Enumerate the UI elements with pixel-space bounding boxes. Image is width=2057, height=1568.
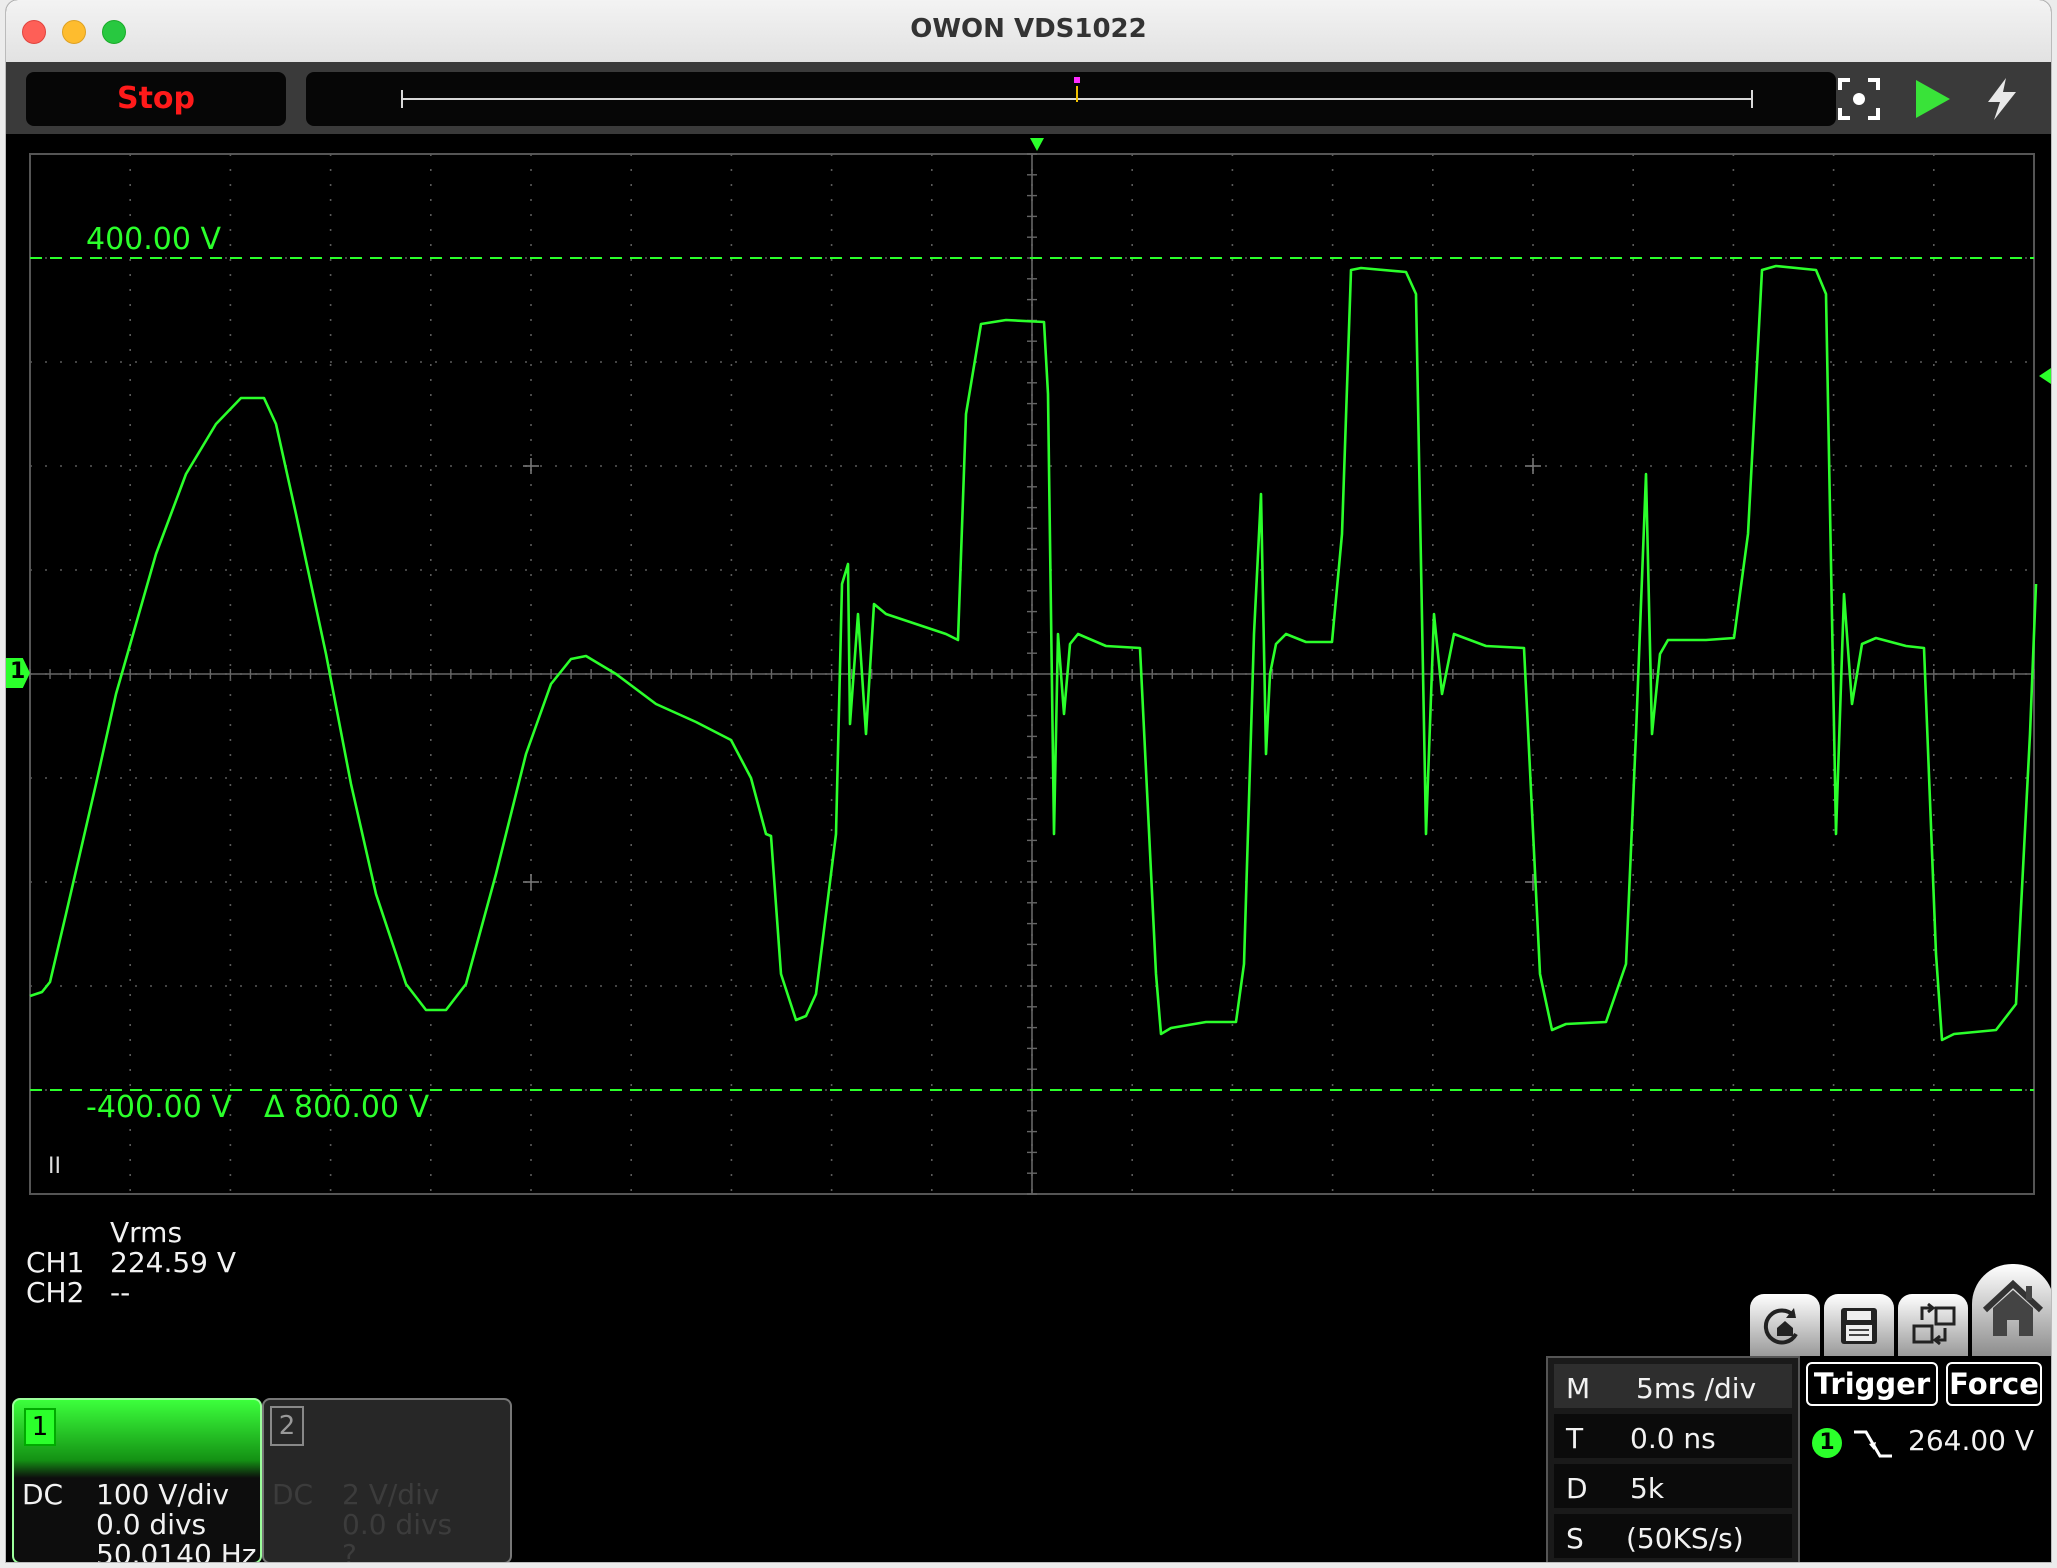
refresh-home-icon: [1763, 1308, 1798, 1345]
pause-indicator: II: [48, 1154, 61, 1179]
trigger-source-badge[interactable]: 1: [1812, 1428, 1842, 1458]
trigger-position-marker[interactable]: [1030, 138, 1044, 151]
timebase-row-offset[interactable]: T 0.0 ns: [1554, 1414, 1792, 1458]
ch2-frequency: ?: [342, 1538, 357, 1562]
app-window: OWON VDS1022 Stop 1 400.00 V -400.00 V Δ…: [6, 0, 2051, 1562]
ch1-scale: 100 V/div: [96, 1478, 230, 1511]
cursor-upper-label: 400.00 V: [86, 222, 222, 257]
scope-area: 1 400.00 V -400.00 V Δ 800.00 V II Vrms …: [6, 134, 2051, 1562]
ch2-scale: 2 V/div: [342, 1478, 440, 1511]
measure-ch2-label: CH2: [26, 1276, 85, 1309]
home-icon: [1982, 1279, 2044, 1336]
reference-button[interactable]: [1750, 1294, 1820, 1356]
timebase-depth: 5k: [1630, 1472, 1665, 1505]
ch2-coupling: DC: [272, 1478, 314, 1511]
timebase-key-m: M: [1566, 1372, 1591, 1405]
window-arrange-button[interactable]: [1898, 1294, 1968, 1356]
acquisition-timeline[interactable]: [306, 72, 1836, 126]
run-stop-button[interactable]: Stop: [26, 72, 286, 126]
measure-ch2-value: --: [110, 1276, 131, 1309]
title-bar: OWON VDS1022: [6, 0, 2051, 63]
trigger-button[interactable]: Trigger: [1806, 1362, 1938, 1406]
waveform-display[interactable]: [6, 134, 2051, 1562]
ch1-coupling: DC: [22, 1478, 64, 1511]
ch2-panel[interactable]: 2 DC 2 V/div 0.0 divs ?: [262, 1398, 512, 1562]
run-icon[interactable]: [1906, 74, 1956, 124]
measure-ch1-value: 224.59 V: [110, 1246, 237, 1279]
lightning-icon[interactable]: [1976, 74, 2026, 124]
timebase-offset: 0.0 ns: [1630, 1422, 1716, 1455]
window-title: OWON VDS1022: [910, 14, 1147, 44]
timebase-row-depth[interactable]: D 5k: [1554, 1464, 1792, 1508]
timeline-ruler: [401, 77, 1753, 108]
falling-edge-icon: [1854, 1430, 1892, 1458]
ch2-position: 0.0 divs: [342, 1508, 453, 1541]
measure-ch1-label: CH1: [26, 1246, 85, 1279]
windows-arrange-icon: [1912, 1302, 1956, 1346]
timebase-key-s: S: [1566, 1522, 1584, 1555]
cursor-lower-label: -400.00 V: [86, 1090, 232, 1125]
timebase-row-scale[interactable]: M 5ms /div: [1554, 1364, 1792, 1408]
trigger-level-marker[interactable]: [2039, 368, 2051, 384]
timebase-key-d: D: [1566, 1472, 1588, 1505]
force-trigger-button[interactable]: Force: [1946, 1362, 2042, 1406]
save-icon: [1841, 1308, 1877, 1344]
measure-header: Vrms: [110, 1216, 183, 1249]
ch1-frequency: 50.0140 Hz: [96, 1538, 257, 1562]
timebase-panel[interactable]: M 5ms /div T 0.0 ns D 5k S (50KS/s): [1546, 1356, 1800, 1562]
timebase-scale: 5ms /div: [1636, 1372, 1757, 1405]
ch1-panel[interactable]: 1 DC 100 V/div 0.0 divs 50.0140 Hz: [12, 1398, 262, 1562]
ch1-number-badge: 1: [24, 1408, 56, 1446]
ch2-number-badge: 2: [270, 1406, 304, 1446]
cursor-delta-label: Δ 800.00 V: [264, 1090, 430, 1125]
ch1-position: 0.0 divs: [96, 1508, 207, 1541]
trigger-level: 264.00 V: [1908, 1424, 2035, 1457]
trigger-panel: Trigger Force 1 264.00 V: [1800, 1356, 2051, 1562]
autoset-icon[interactable]: [1834, 74, 1884, 124]
timebase-samplerate: (50KS/s): [1626, 1522, 1744, 1555]
timebase-row-samplerate[interactable]: S (50KS/s): [1554, 1514, 1792, 1558]
toolbar: Stop: [6, 62, 2051, 134]
timebase-key-t: T: [1566, 1422, 1584, 1455]
save-button[interactable]: [1824, 1294, 1894, 1356]
home-button[interactable]: [1972, 1264, 2051, 1356]
